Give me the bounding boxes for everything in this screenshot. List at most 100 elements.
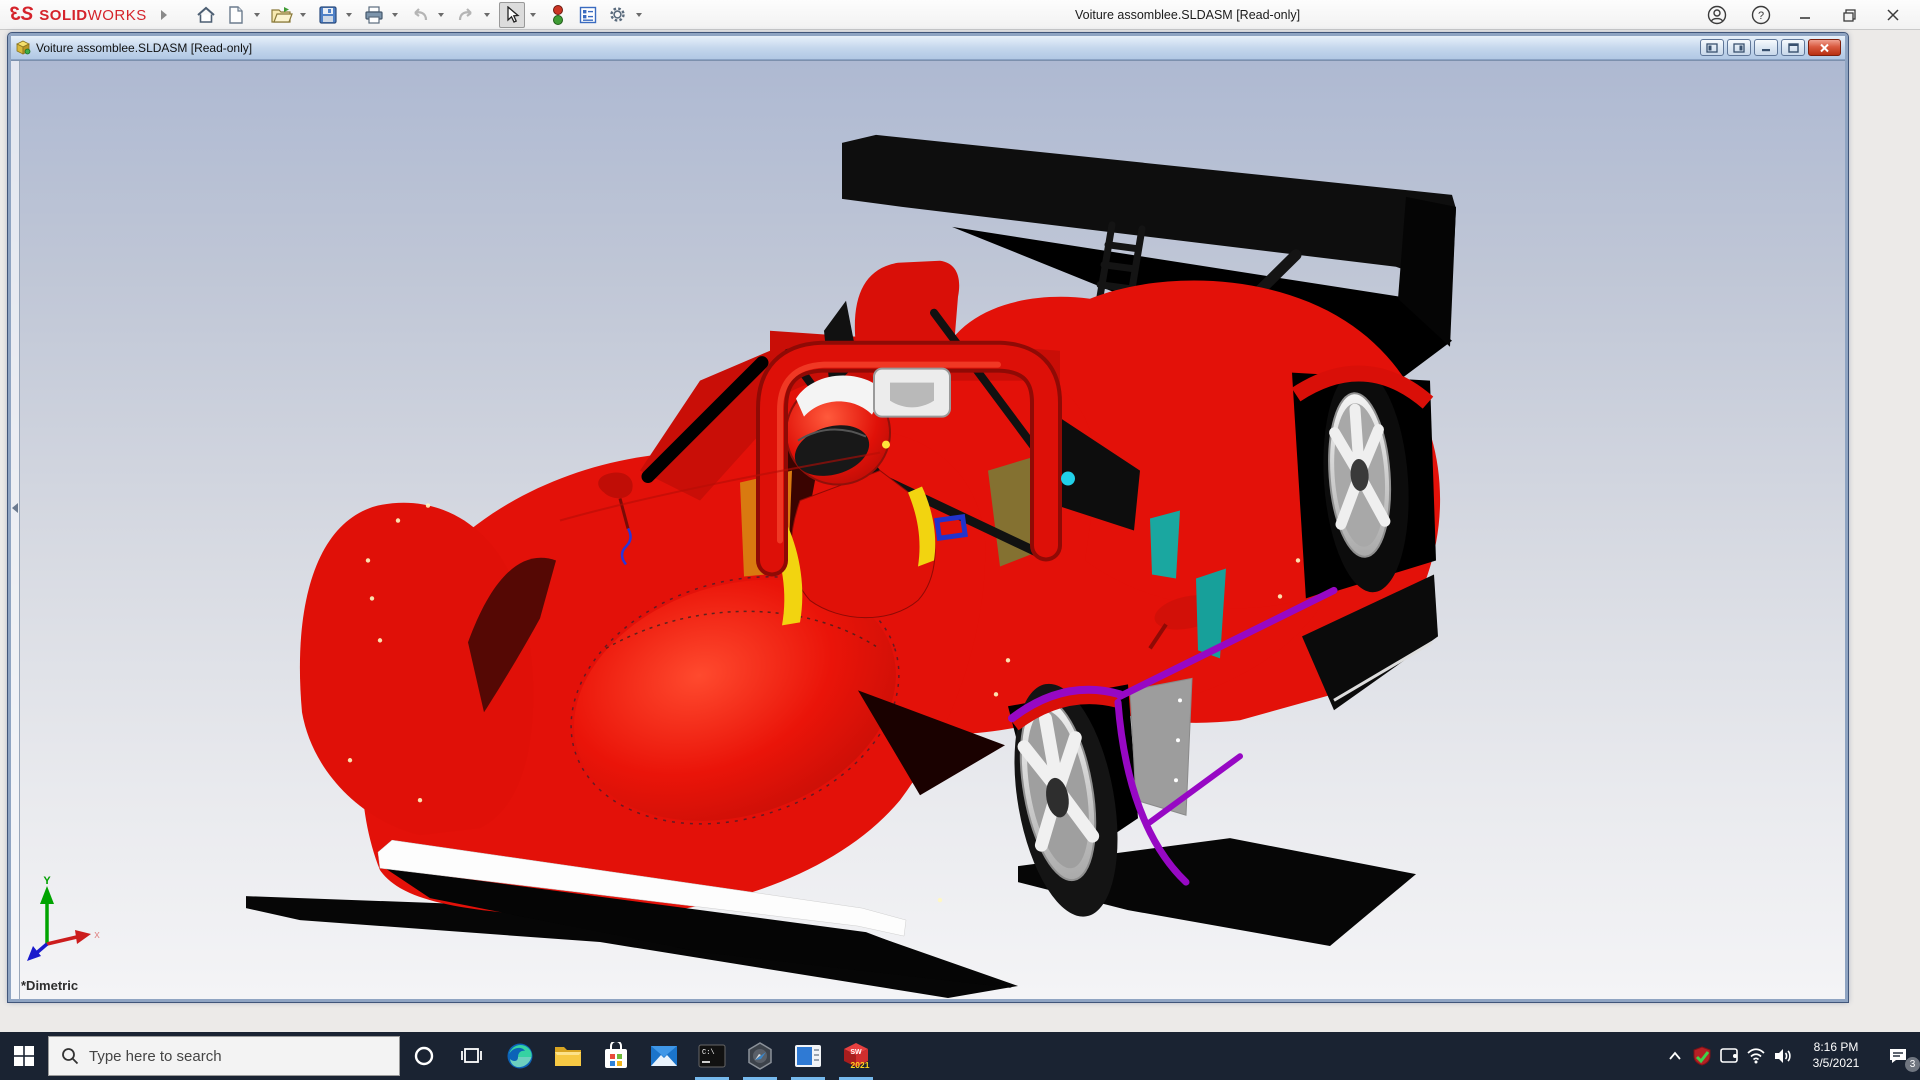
edge-icon: [507, 1043, 533, 1069]
tray-display-icon-button[interactable]: [1715, 1032, 1742, 1080]
rebuild-button[interactable]: [545, 2, 571, 28]
minimize-button[interactable]: [1794, 4, 1816, 26]
taskbar-app-file-explorer[interactable]: [544, 1032, 592, 1080]
display-settings-icon: [579, 6, 596, 23]
microsoft-store-icon: [605, 1042, 627, 1068]
triad-y-label: Y: [43, 875, 51, 887]
new-dropdown-caret[interactable]: [253, 12, 260, 17]
tray-date: 3/5/2021: [1812, 1056, 1860, 1070]
options-dropdown-caret[interactable]: [635, 12, 642, 17]
taskbar-app-edge[interactable]: [496, 1032, 544, 1080]
svg-text:?: ?: [1758, 10, 1764, 22]
logo-glyph: 3: [10, 3, 21, 25]
orientation-triad: Y x: [25, 872, 103, 969]
cortana-icon: [414, 1046, 434, 1066]
undo-button[interactable]: [407, 2, 433, 28]
select-cursor-icon: [507, 5, 520, 23]
tray-clock[interactable]: 8:16 PM 3/5/2021: [1796, 1040, 1876, 1071]
svg-text:SW: SW: [850, 1049, 862, 1056]
undo-dropdown-caret[interactable]: [437, 12, 444, 17]
restore-icon: [1842, 8, 1856, 22]
display-cast-icon: [1719, 1048, 1738, 1063]
doc-maximize-button[interactable]: [1781, 39, 1805, 56]
notification-count-badge: 3: [1905, 1057, 1920, 1072]
print-icon: [365, 5, 383, 24]
restore-button[interactable]: [1838, 4, 1860, 26]
svg-text:2021: 2021: [851, 1060, 870, 1070]
mail-icon: [651, 1046, 677, 1066]
tile-left-button[interactable]: [1700, 39, 1724, 56]
tray-volume-button[interactable]: [1769, 1032, 1796, 1080]
close-button[interactable]: [1882, 4, 1904, 26]
graphics-viewport[interactable]: Y x *Dimetric: [11, 60, 1845, 999]
cortana-button[interactable]: [400, 1032, 448, 1080]
print-button[interactable]: [361, 2, 387, 28]
system-tray: 8:16 PM 3/5/2021 3: [1661, 1032, 1920, 1080]
application-client-area: Voiture assomblee.SLDASM [Read-only] Y x…: [0, 30, 1920, 1032]
new-document-button[interactable]: [223, 2, 249, 28]
doc-minimize-button[interactable]: [1754, 39, 1778, 56]
open-dropdown-caret[interactable]: [299, 12, 306, 17]
task-view-button[interactable]: [448, 1032, 496, 1080]
taskbar-search[interactable]: [48, 1036, 400, 1076]
feature-manager-collapsed-panel[interactable]: [11, 61, 20, 999]
options-button[interactable]: [605, 2, 631, 28]
tray-solidworks-monitor[interactable]: [1688, 1032, 1715, 1080]
traffic-light-icon: [552, 4, 563, 25]
tray-chevron-button[interactable]: [1661, 1032, 1688, 1080]
taskbar-app-command-prompt[interactable]: C:\: [688, 1032, 736, 1080]
panel-expand-arrow-icon[interactable]: [12, 503, 18, 513]
chevron-up-icon: [1668, 1051, 1681, 1060]
start-button[interactable]: [0, 1032, 48, 1080]
tile-right-icon: [1733, 42, 1745, 53]
model-3d-view[interactable]: [11, 61, 1845, 999]
task-view-icon: [461, 1048, 482, 1063]
view-orientation-label: *Dimetric: [21, 978, 79, 993]
taskbar-app-edrawings[interactable]: [736, 1032, 784, 1080]
gear-icon: [610, 7, 625, 22]
document-title: Voiture assomblee.SLDASM [Read-only]: [36, 40, 253, 55]
save-dropdown-caret[interactable]: [345, 12, 352, 17]
display-app-icon: [795, 1045, 821, 1067]
redo-button[interactable]: [453, 2, 479, 28]
doc-maximize-icon: [1787, 42, 1799, 53]
taskbar-app-display-app[interactable]: [784, 1032, 832, 1080]
doc-close-button[interactable]: [1808, 39, 1841, 56]
select-tool-button[interactable]: [498, 1, 525, 28]
taskbar-app-store[interactable]: [592, 1032, 640, 1080]
account-button[interactable]: [1706, 4, 1728, 26]
taskbar-app-solidworks[interactable]: SW 2021: [832, 1032, 880, 1080]
solidworks-2021-icon: SW 2021: [844, 1043, 870, 1070]
open-icon: [271, 6, 293, 23]
help-button[interactable]: ?: [1750, 4, 1772, 26]
assembly-document-icon: [16, 40, 31, 55]
help-icon: ?: [1751, 5, 1771, 25]
save-icon: [319, 5, 337, 24]
open-button[interactable]: [269, 2, 295, 28]
rearview-mirror[interactable]: [873, 367, 951, 418]
tile-right-button[interactable]: [1727, 39, 1751, 56]
edrawings-icon: [748, 1042, 772, 1070]
taskbar-app-mail[interactable]: [640, 1032, 688, 1080]
save-button[interactable]: [315, 2, 341, 28]
print-dropdown-caret[interactable]: [391, 12, 398, 17]
redo-dropdown-caret[interactable]: [483, 12, 490, 17]
tray-wifi-button[interactable]: [1742, 1032, 1769, 1080]
sw-shield-icon: [1693, 1046, 1710, 1066]
home-button[interactable]: [193, 2, 219, 28]
solidworks-logo: 3 S SOLID WORKS: [10, 3, 147, 25]
document-caption-buttons: [1700, 39, 1841, 56]
search-icon: [62, 1048, 79, 1065]
select-dropdown-caret[interactable]: [529, 12, 536, 17]
toolbar-expand-icon[interactable]: [160, 9, 167, 20]
file-explorer-icon: [555, 1047, 581, 1066]
home-icon: [197, 6, 215, 23]
notification-center-button[interactable]: 3: [1876, 1032, 1920, 1080]
tray-time: 8:16 PM: [1813, 1040, 1859, 1055]
display-settings-button[interactable]: [575, 2, 601, 28]
volume-icon: [1774, 1049, 1791, 1063]
document-titlebar[interactable]: Voiture assomblee.SLDASM [Read-only]: [11, 36, 1845, 60]
application-titlebar: 3 S SOLID WORKS Voiture assomblee.SLDASM…: [0, 0, 1920, 30]
search-input[interactable]: [89, 1047, 359, 1065]
close-icon: [1887, 9, 1899, 21]
